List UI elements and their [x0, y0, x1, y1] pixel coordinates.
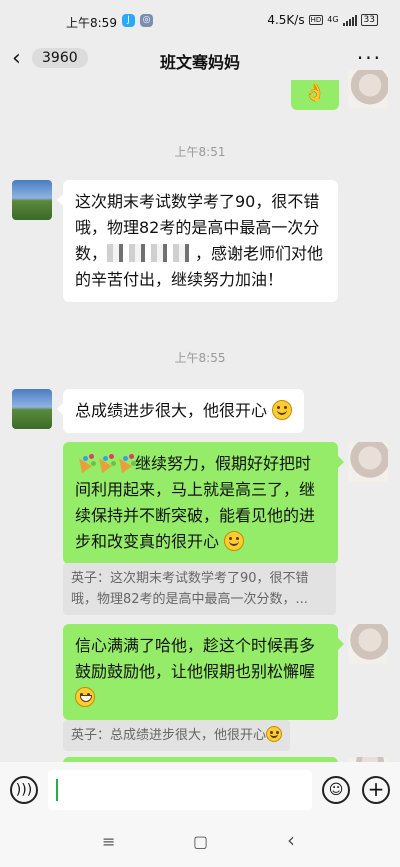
sent-message[interactable]: 信心满满了哈他，趁这个时候再多鼓励鼓励他，让他假期也别松懈喔 [63, 624, 344, 720]
party-popper-icon [115, 453, 135, 473]
text-caret [56, 779, 58, 801]
my-avatar[interactable] [348, 70, 388, 108]
message-text: 信心满满了哈他，趁这个时候再多鼓励鼓励他，让他假期也别松懈喔 [75, 636, 316, 681]
sent-message[interactable]: 继续努力，假期好好把时间利用起来，马上就是高三了，继续保持并不断突破，能看见他的… [63, 442, 344, 564]
voice-icon[interactable]: ))) [10, 776, 38, 804]
my-avatar[interactable] [348, 624, 388, 664]
sent-emoji-message[interactable]: 👌 [291, 80, 339, 110]
smile-emoji-icon [266, 726, 283, 742]
back-nav-icon[interactable]: ‹ [287, 828, 295, 852]
party-popper-icon [95, 453, 115, 473]
plus-icon[interactable]: + [362, 776, 390, 804]
home-nav-icon[interactable]: ▢ [193, 832, 208, 851]
status-bar: 上午8:59 J ◎ 4.5K/s HD 4G 33 [0, 0, 400, 40]
pixelated-redaction [107, 244, 196, 262]
party-popper-icon [75, 453, 95, 473]
message-input[interactable] [48, 770, 312, 810]
chat-title: 班文骞妈妈 [159, 53, 240, 72]
battery-icon: 33 [360, 14, 378, 26]
app-notification-icon: J [122, 14, 135, 27]
timestamp: 上午8:51 [174, 145, 226, 159]
received-message[interactable]: 这次期末考试数学考了90，很不错哦，物理82考的是高中最高一次分数， ，感谢老师们… [57, 180, 338, 302]
contact-avatar[interactable] [12, 180, 52, 220]
emoji-icon[interactable]: ☺ [322, 776, 350, 804]
my-avatar[interactable] [348, 442, 388, 482]
more-dots-icon[interactable]: ··· [357, 46, 382, 70]
message-input-bar: ))) ☺ + [0, 762, 400, 820]
app-notification-icon: ◎ [140, 14, 153, 27]
received-message[interactable]: 总成绩进步很大，他很开心 [56, 389, 305, 433]
quoted-message[interactable]: 英子：这次期末考试数学考了90，很不错哦，物理82考的是高中最高一次分数，... [63, 563, 336, 615]
signal-icon [342, 14, 357, 26]
grin-emoji-icon [75, 687, 95, 707]
contact-avatar[interactable] [12, 389, 52, 429]
quote-text: 英子：总成绩进步很大，他很开心 [71, 728, 267, 743]
menu-nav-icon[interactable]: ≡ [102, 832, 115, 851]
network-type: 4G [327, 15, 339, 24]
message-text: 总成绩进步很大，他很开心 [75, 401, 268, 420]
net-speed: 4.5K/s [267, 13, 305, 27]
hd-icon: HD [308, 15, 324, 25]
ok-hand-emoji: 👌 [291, 80, 339, 110]
status-time: 上午8:59 [66, 16, 117, 30]
quoted-message[interactable]: 英子：总成绩进步很大，他很开心 [63, 720, 291, 751]
smile-emoji-icon [272, 400, 293, 420]
smile-emoji-icon [224, 531, 245, 551]
chat-header: ‹ 3960 班文骞妈妈 ··· [0, 40, 400, 80]
timestamp: 上午8:55 [174, 351, 226, 365]
system-nav-bar: ≡ ▢ ‹ [0, 820, 400, 867]
